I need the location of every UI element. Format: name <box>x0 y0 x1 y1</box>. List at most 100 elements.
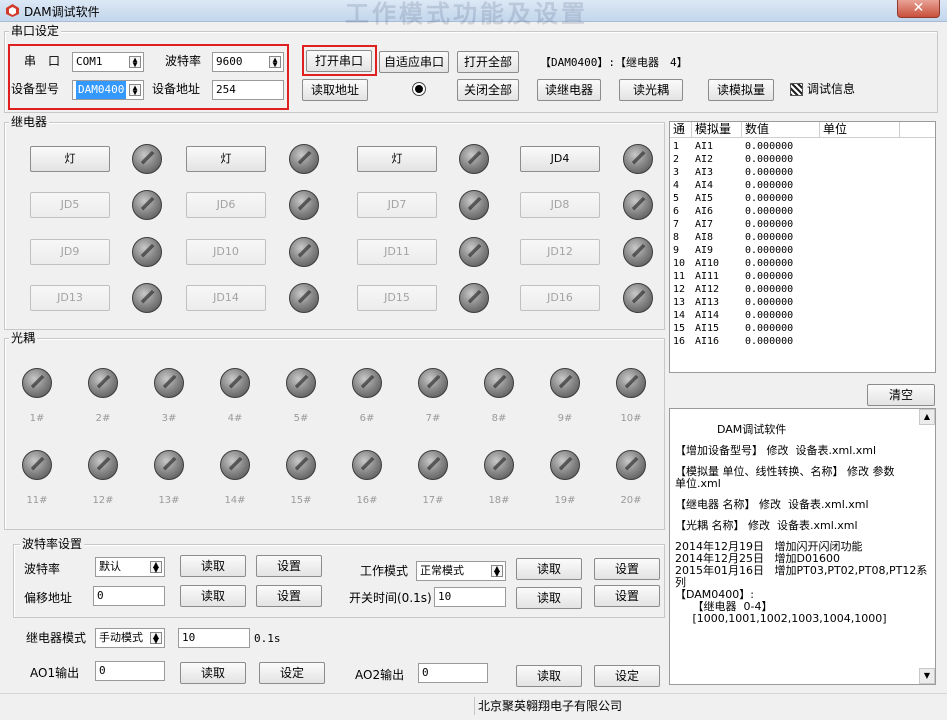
relay-button[interactable]: 灯 <box>357 146 437 172</box>
relay-button[interactable]: JD14 <box>186 285 266 311</box>
relay-button[interactable]: JD15 <box>357 285 437 311</box>
table-cell: 0.000000 <box>745 219 794 230</box>
ao2-confirm-button[interactable]: 设定 <box>594 665 660 687</box>
table-row[interactable]: 13 AI13 0.000000 <box>670 296 935 309</box>
read-address-button[interactable]: 读取地址 <box>302 79 368 101</box>
table-row[interactable]: 14 AI14 0.000000 <box>670 309 935 322</box>
table-row[interactable]: 9 AI9 0.000000 <box>670 244 935 257</box>
adaptive-port-button[interactable]: 自适应串口 <box>379 51 449 73</box>
table-row[interactable]: 15 AI15 0.000000 <box>670 322 935 335</box>
relay-status-lamp-icon <box>132 237 162 267</box>
close-button[interactable]: ✕ <box>897 0 940 18</box>
work-mode-set-button[interactable]: 设置 <box>594 558 660 580</box>
read-relay-button[interactable]: 读继电器 <box>537 79 601 101</box>
table-row[interactable]: 4 AI4 0.000000 <box>670 179 935 192</box>
serial-settings-title: 串口设定 <box>9 24 62 38</box>
table-cell: AI8 <box>695 232 714 243</box>
ao2-output-input[interactable]: 0 <box>418 663 488 683</box>
table-cell: 0.000000 <box>745 297 794 308</box>
optocoupler-label: 20# <box>620 495 642 506</box>
optocoupler-lamp-icon <box>154 368 184 398</box>
table-cell: 13 <box>673 297 686 308</box>
header-unit[interactable]: 单位 <box>820 122 900 138</box>
switch-time-input[interactable]: 10 <box>434 587 506 607</box>
scroll-down-icon[interactable]: ▼ <box>919 668 935 684</box>
offset-set-button[interactable]: 设置 <box>256 585 322 607</box>
port-select[interactable]: COM1 ▲ ▼ <box>72 52 144 72</box>
optocoupler-lamp-icon <box>88 450 118 480</box>
baud-select[interactable]: 9600 ▲ ▼ <box>212 52 284 72</box>
table-row[interactable]: 7 AI7 0.000000 <box>670 218 935 231</box>
status-radio[interactable] <box>412 82 426 96</box>
table-row[interactable]: 16 AI16 0.000000 <box>670 335 935 348</box>
offset-address-label: 偏移地址 <box>24 591 73 605</box>
relay-mode-time-input[interactable]: 10 <box>178 628 250 648</box>
read-optocoupler-button[interactable]: 读光耦 <box>619 79 683 101</box>
table-row[interactable]: 8 AI8 0.000000 <box>670 231 935 244</box>
relay-button[interactable]: JD10 <box>186 239 266 265</box>
relay-mode-unit: 0.1s <box>254 632 281 645</box>
ao1-output-input[interactable]: 0 <box>95 661 165 681</box>
table-row[interactable]: 10 AI10 0.000000 <box>670 257 935 270</box>
header-analog[interactable]: 模拟量 <box>692 122 742 138</box>
ao1-confirm-button[interactable]: 设定 <box>259 662 325 684</box>
optocoupler-lamp-icon <box>616 450 646 480</box>
open-all-button[interactable]: 打开全部 <box>457 51 519 73</box>
device-model-select[interactable]: DAM0400 ▲ ▼ <box>72 80 144 100</box>
baud-read-button[interactable]: 读取 <box>180 555 246 577</box>
relay-mode-select[interactable]: 手动模式 ▲ ▼ <box>95 628 165 648</box>
baud-setting-select[interactable]: 默认 ▲ ▼ <box>95 557 165 577</box>
relay-button[interactable]: JD7 <box>357 192 437 218</box>
debug-info-checkbox-icon[interactable] <box>790 83 803 96</box>
offset-read-button[interactable]: 读取 <box>180 585 246 607</box>
header-value[interactable]: 数值 <box>742 122 820 138</box>
table-row[interactable]: 3 AI3 0.000000 <box>670 166 935 179</box>
table-row[interactable]: 6 AI6 0.000000 <box>670 205 935 218</box>
ao1-read-button[interactable]: 读取 <box>180 662 246 684</box>
clear-button[interactable]: 清空 <box>867 384 935 406</box>
table-row[interactable]: 1 AI1 0.000000 <box>670 140 935 153</box>
offset-address-input[interactable]: 0 <box>93 586 165 606</box>
relay-button[interactable]: JD13 <box>30 285 110 311</box>
ao2-read-button[interactable]: 读取 <box>516 665 582 687</box>
optocoupler-label: 10# <box>620 413 642 424</box>
work-mode-select[interactable]: 正常模式 ▲ ▼ <box>416 561 506 581</box>
log-line: 【继电器 名称】 修改 设备表.xml.xml <box>675 498 869 511</box>
table-row[interactable]: 5 AI5 0.000000 <box>670 192 935 205</box>
relay-button[interactable]: JD16 <box>520 285 600 311</box>
relay-button[interactable]: JD5 <box>30 192 110 218</box>
relay-button[interactable]: JD12 <box>520 239 600 265</box>
table-cell: 0.000000 <box>745 141 794 152</box>
table-row[interactable]: 12 AI12 0.000000 <box>670 283 935 296</box>
optocoupler-lamp-icon <box>88 368 118 398</box>
table-cell: 16 <box>673 336 686 347</box>
table-row[interactable]: 11 AI11 0.000000 <box>670 270 935 283</box>
debug-info-label[interactable]: 调试信息 <box>807 81 855 97</box>
close-all-button[interactable]: 关闭全部 <box>457 79 519 101</box>
switch-time-set-button[interactable]: 设置 <box>594 585 660 607</box>
device-address-input[interactable]: 254 <box>212 80 284 100</box>
analog-table[interactable]: 通 模拟量 数值 单位 1 AI1 0.000000 2 AI2 0.000000 3 AI3… <box>669 121 936 373</box>
table-row[interactable]: 2 AI2 0.000000 <box>670 153 935 166</box>
header-channel[interactable]: 通 <box>670 122 692 138</box>
relay-button[interactable]: 灯 <box>186 146 266 172</box>
optocoupler-label: 17# <box>422 495 444 506</box>
debug-log[interactable]: DAM调试软件 【增加设备型号】 修改 设备表.xml.xml 【模拟量 单位、线性… <box>669 408 936 685</box>
relay-button[interactable]: JD8 <box>520 192 600 218</box>
open-port-button[interactable]: 打开串口 <box>306 50 372 72</box>
baud-set-button[interactable]: 设置 <box>256 555 322 577</box>
relay-button[interactable]: JD9 <box>30 239 110 265</box>
optocoupler-lamp-icon <box>154 450 184 480</box>
table-cell: AI2 <box>695 154 714 165</box>
optocoupler-label: 8# <box>491 413 507 424</box>
scroll-up-icon[interactable]: ▲ <box>919 409 935 425</box>
relay-button[interactable]: JD4 <box>520 146 600 172</box>
relay-button[interactable]: 灯 <box>30 146 110 172</box>
relay-status-lamp-icon <box>289 144 319 174</box>
read-analog-button[interactable]: 读模拟量 <box>708 79 774 101</box>
switch-time-read-button[interactable]: 读取 <box>516 587 582 609</box>
dropdown-spin-icon: ▲ ▼ <box>129 56 141 69</box>
relay-button[interactable]: JD6 <box>186 192 266 218</box>
relay-button[interactable]: JD11 <box>357 239 437 265</box>
work-mode-read-button[interactable]: 读取 <box>516 558 582 580</box>
